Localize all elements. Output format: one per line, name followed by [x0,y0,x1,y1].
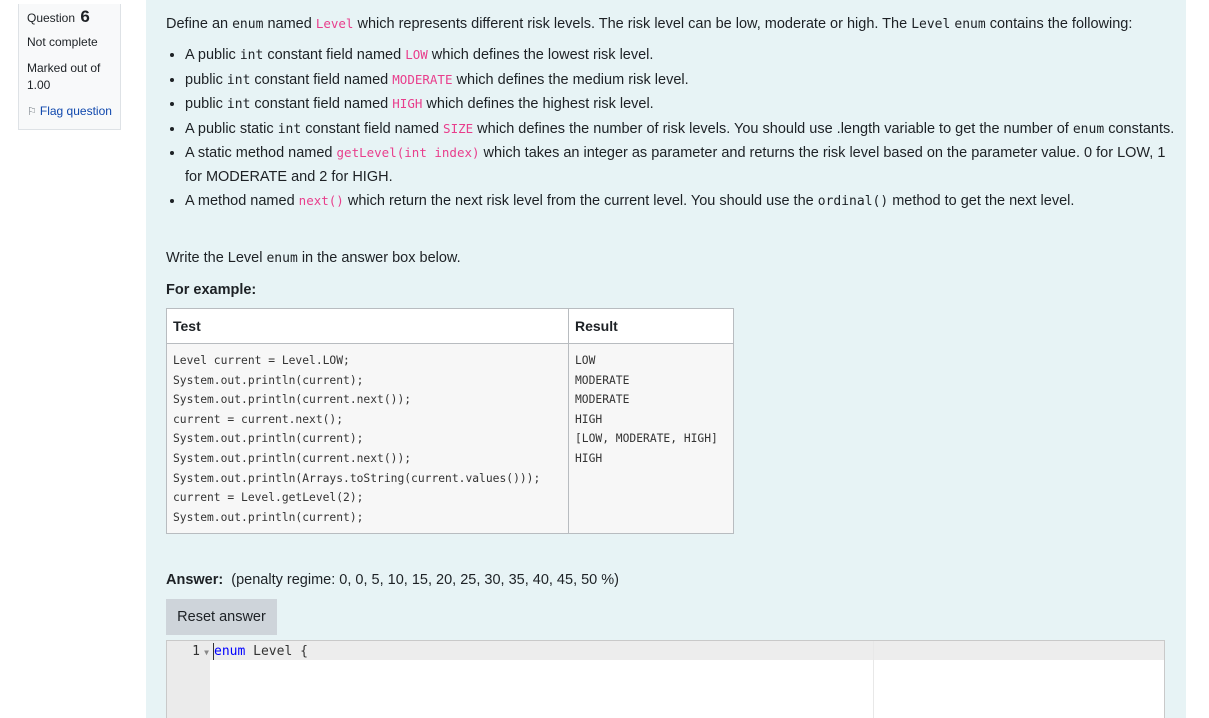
test-line: Level current = Level.LOW; [173,354,350,367]
test-line: System.out.println(Arrays.toString(curre… [173,471,541,485]
flag-question-link[interactable]: ⚐ Flag question [27,103,120,120]
table-header-row: Test Result [166,308,734,344]
example-table: Test Result Level current = Level.LOW; S… [166,308,734,535]
list-item: A public int constant field named LOW wh… [185,43,1175,68]
print-margin [873,641,874,718]
result-line: [LOW, MODERATE, HIGH] [575,432,718,446]
reset-answer-button[interactable]: Reset answer [166,599,277,635]
list-item: public int constant field named HIGH whi… [185,92,1175,117]
flag-icon: ⚐ [27,106,37,118]
test-code-cell: Level current = Level.LOW; System.out.pr… [166,342,569,535]
list-item: A public static int constant field named… [185,117,1175,142]
test-line: System.out.println(current.next()); [173,393,412,407]
requirements-list: A public int constant field named LOW wh… [166,43,1175,214]
test-line: current = Level.getLevel(2); [173,491,364,505]
question-content: Define an enum named Level which represe… [146,0,1186,718]
text-cursor [213,643,214,660]
question-grade: Marked out of 1.00 [27,61,101,92]
result-line: HIGH [575,451,603,465]
test-line: System.out.println(current.next()); [173,451,412,465]
list-item: A static method named getLevel(int index… [185,141,1175,189]
test-line: System.out.println(current); [173,373,364,387]
code-editor[interactable]: 1 ▼ enum Level { [166,640,1165,718]
line-number: 1 [192,644,200,659]
active-line-highlight [210,641,1164,660]
question-intro: Define an enum named Level which represe… [166,16,1133,32]
list-item: A method named next() which return the n… [185,189,1175,214]
header-test: Test [166,308,569,344]
table-row: Level current = Level.LOW; System.out.pr… [166,342,734,535]
code-line[interactable]: enum Level { [214,643,308,660]
question-info-panel: Question 6 Not complete Marked out of 1.0… [18,4,121,130]
penalty-regime: (penalty regime: 0, 0, 5, 10, 15, 20, 25… [231,572,620,588]
result-line: MODERATE [575,393,630,407]
test-line: System.out.println(current); [173,510,364,524]
test-line: current = current.next(); [173,412,344,426]
answer-label: Answer: (penalty regime: 0, 0, 5, 10, 15… [166,572,620,588]
result-line: HIGH [575,412,603,426]
editor-gutter: 1 ▼ [167,641,210,718]
list-item: public int constant field named MODERATE… [185,68,1175,93]
result-cell: LOW MODERATE MODERATE HIGH [LOW, MODERAT… [568,342,734,535]
question-state: Not complete [27,35,98,49]
result-line: MODERATE [575,373,630,387]
fold-toggle-icon[interactable]: ▼ [204,644,209,661]
result-line: LOW [575,354,596,367]
write-instruction: Write the Level enum in the answer box b… [166,250,461,266]
for-example-heading: For example: [166,282,257,298]
test-line: System.out.println(current); [173,432,364,446]
header-result: Result [568,308,734,344]
question-number: Question 6 [27,7,90,26]
